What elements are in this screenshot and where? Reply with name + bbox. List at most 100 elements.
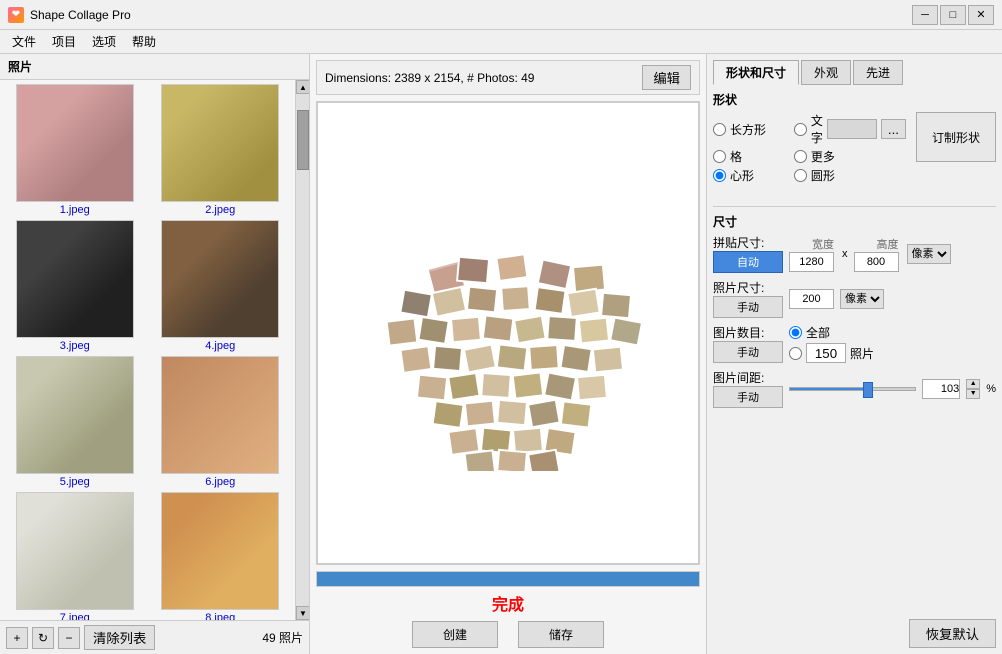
dots-button[interactable]: ... <box>881 119 906 139</box>
unit-select[interactable]: 像素 英寸 厘米 <box>907 244 951 264</box>
left-panel: 照片 1.jpeg 2.jpeg 3.jpeg 4.jpeg <box>0 54 310 654</box>
menu-options[interactable]: 选项 <box>84 31 124 52</box>
photo-unit-select[interactable]: 像素 英寸 <box>840 289 884 309</box>
scroll-down-button[interactable]: ▼ <box>296 606 309 620</box>
size-section-label: 尺寸 <box>713 213 996 230</box>
photo-thumb[interactable] <box>161 356 279 474</box>
collage-size-label: 拼贴尺寸: <box>713 234 783 251</box>
photo-thumb[interactable] <box>16 84 134 202</box>
count-all-radio[interactable] <box>789 326 802 339</box>
list-item: 6.jpeg <box>150 356 292 488</box>
spacing-manual-button[interactable]: 手动 <box>713 386 783 408</box>
spacing-slider-thumb[interactable] <box>863 382 873 398</box>
list-item: 5.jpeg <box>4 356 146 488</box>
shape-more-label: 更多 <box>811 148 835 165</box>
progress-container <box>316 571 700 587</box>
middle-bottom-bar: 创建 储存 <box>316 621 700 648</box>
close-button[interactable]: ✕ <box>968 5 994 25</box>
height-label: 高度 <box>877 236 899 252</box>
tab-shape-size[interactable]: 形状和尺寸 <box>713 60 799 85</box>
menu-project[interactable]: 项目 <box>44 31 84 52</box>
tab-bar: 形状和尺寸 外观 先进 <box>713 60 996 85</box>
rotate-photo-button[interactable]: ↻ <box>32 627 54 649</box>
photo-label: 5.jpeg <box>60 476 90 488</box>
count-photos-label: 照片 <box>850 345 874 362</box>
app-title: Shape Collage Pro <box>30 8 131 22</box>
tab-advanced[interactable]: 先进 <box>853 60 903 85</box>
spacing-slider-track <box>789 387 916 391</box>
menu-file[interactable]: 文件 <box>4 31 44 52</box>
count-num-input[interactable] <box>806 343 846 363</box>
photo-count-row: 图片数目: 手动 全部 照片 <box>713 324 996 363</box>
photo-count-label-col: 图片数目: 手动 <box>713 324 783 363</box>
count-num-row: 照片 <box>789 343 874 363</box>
app-icon: ❤ <box>8 7 24 23</box>
shape-circle-radio[interactable] <box>794 169 807 182</box>
spacing-label-col: 图片间距: 手动 <box>713 369 783 408</box>
spacing-row: 图片间距: 手动 ▲ ▼ % <box>713 369 996 408</box>
scrollbar[interactable]: ▲ ▼ <box>295 80 309 620</box>
clear-list-button[interactable]: 清除列表 <box>84 625 155 650</box>
photo-thumb[interactable] <box>16 356 134 474</box>
width-label: 宽度 <box>812 236 834 252</box>
collage-size-label-col: 拼贴尺寸: 自动 <box>713 234 783 273</box>
collage-auto-button[interactable]: 自动 <box>713 251 783 273</box>
shape-more-row: 更多 <box>794 148 906 165</box>
shape-grid-row: 格 <box>713 148 784 165</box>
shape-rectangle-radio[interactable] <box>713 123 726 136</box>
photo-thumb[interactable] <box>16 492 134 610</box>
restore-defaults-button[interactable]: 恢复默认 <box>909 619 996 648</box>
shape-rectangle-row: 长方形 <box>713 112 784 146</box>
scroll-thumb[interactable] <box>297 110 309 170</box>
photo-thumb[interactable] <box>16 220 134 338</box>
list-item: 7.jpeg <box>4 492 146 620</box>
photo-thumb[interactable] <box>161 84 279 202</box>
photo-label: 1.jpeg <box>60 204 90 216</box>
count-options: 全部 照片 <box>789 324 874 363</box>
list-item: 8.jpeg <box>150 492 292 620</box>
photo-thumb[interactable] <box>161 220 279 338</box>
photo-list-container: 1.jpeg 2.jpeg 3.jpeg 4.jpeg 5.jpeg <box>0 80 309 620</box>
photos-header: 照片 <box>0 54 309 80</box>
save-button[interactable]: 储存 <box>518 621 604 648</box>
count-num-radio[interactable] <box>789 347 802 360</box>
photo-manual-button[interactable]: 手动 <box>713 296 783 318</box>
maximize-button[interactable]: □ <box>940 5 966 25</box>
add-photo-button[interactable]: + <box>6 627 28 649</box>
photo-label: 3.jpeg <box>60 340 90 352</box>
shape-text-radio[interactable] <box>794 123 807 136</box>
photo-thumb[interactable] <box>161 492 279 610</box>
shape-more-radio[interactable] <box>794 150 807 163</box>
shape-text-input[interactable] <box>827 119 877 139</box>
spin-down-button[interactable]: ▼ <box>966 389 980 399</box>
photo-size-row: 照片尺寸: 手动 像素 英寸 <box>713 279 996 318</box>
middle-panel: Dimensions: 2389 x 2154, # Photos: 49 编辑 <box>310 54 707 654</box>
count-manual-button[interactable]: 手动 <box>713 341 783 363</box>
create-button[interactable]: 创建 <box>412 621 498 648</box>
photo-count-label: 图片数目: <box>713 324 783 341</box>
custom-shape-button[interactable]: 订制形状 <box>916 112 996 162</box>
height-input[interactable] <box>854 252 899 272</box>
x-separator: x <box>842 248 848 260</box>
spacing-percent-input[interactable] <box>922 379 960 399</box>
spin-up-button[interactable]: ▲ <box>966 379 980 389</box>
shape-heart-radio[interactable] <box>713 169 726 182</box>
photo-grid: 1.jpeg 2.jpeg 3.jpeg 4.jpeg 5.jpeg <box>4 84 305 620</box>
minimize-button[interactable]: ─ <box>912 5 938 25</box>
photo-size-input[interactable] <box>789 289 834 309</box>
photo-label: 6.jpeg <box>205 476 235 488</box>
edit-button[interactable]: 编辑 <box>642 65 691 90</box>
shape-rectangle-label: 长方形 <box>730 121 766 138</box>
percent-label: % <box>986 383 996 395</box>
menu-help[interactable]: 帮助 <box>124 31 164 52</box>
main-content: 照片 1.jpeg 2.jpeg 3.jpeg 4.jpeg <box>0 54 1002 654</box>
list-item: 4.jpeg <box>150 220 292 352</box>
shape-grid-radio[interactable] <box>713 150 726 163</box>
list-item: 3.jpeg <box>4 220 146 352</box>
tab-appearance[interactable]: 外观 <box>801 60 851 85</box>
scroll-up-button[interactable]: ▲ <box>296 80 309 94</box>
width-input[interactable] <box>789 252 834 272</box>
remove-photo-button[interactable]: − <box>58 627 80 649</box>
status-bar: Dimensions: 2389 x 2154, # Photos: 49 编辑 <box>316 60 700 95</box>
width-col: 宽度 <box>789 236 834 272</box>
